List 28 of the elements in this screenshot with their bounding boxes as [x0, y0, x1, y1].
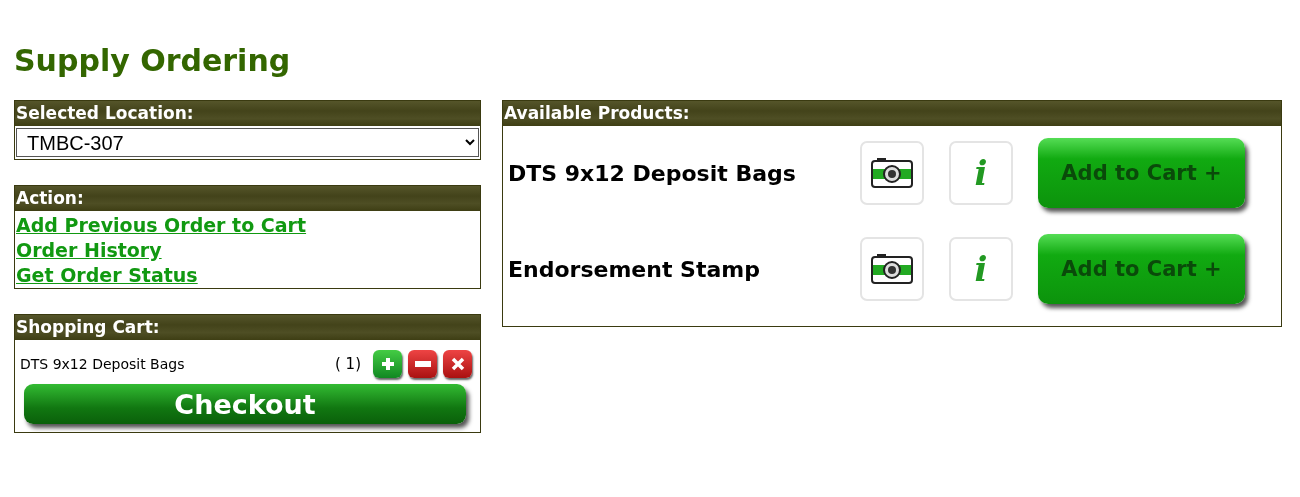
page-title: Supply Ordering [14, 42, 292, 80]
remove-button[interactable] [443, 350, 472, 378]
panel-header: Action: [15, 186, 480, 211]
panel-header: Selected Location: [15, 101, 480, 126]
camera-icon [871, 158, 913, 188]
action-link[interactable]: Get Order Status [16, 263, 198, 288]
checkout-button[interactable]: Checkout [24, 384, 466, 424]
product-name: DTS 9x12 Deposit Bags [508, 160, 797, 186]
plus-icon [380, 357, 395, 371]
camera-icon [871, 254, 913, 284]
photo-button[interactable] [860, 237, 924, 301]
action-link[interactable]: Order History [16, 238, 162, 263]
minus-icon [414, 361, 431, 367]
add-to-cart-button[interactable]: Add to Cart + [1038, 234, 1245, 304]
action-link[interactable]: Add Previous Order to Cart [16, 213, 307, 238]
decrease-button[interactable] [408, 350, 437, 378]
product-name: Endorsement Stamp [508, 256, 761, 282]
info-button[interactable]: i [949, 237, 1013, 301]
cart-item-quantity: ( 1) [335, 355, 361, 373]
close-icon [450, 357, 465, 371]
info-button[interactable]: i [949, 141, 1013, 205]
increase-button[interactable] [373, 350, 402, 378]
panel-header: Available Products: [503, 101, 1281, 126]
panel-header: Shopping Cart: [15, 315, 480, 340]
location-select[interactable]: TMBC-307 [16, 128, 479, 157]
add-to-cart-button[interactable]: Add to Cart + [1038, 138, 1245, 208]
photo-button[interactable] [860, 141, 924, 205]
cart-item-name: DTS 9x12 Deposit Bags [20, 356, 186, 372]
